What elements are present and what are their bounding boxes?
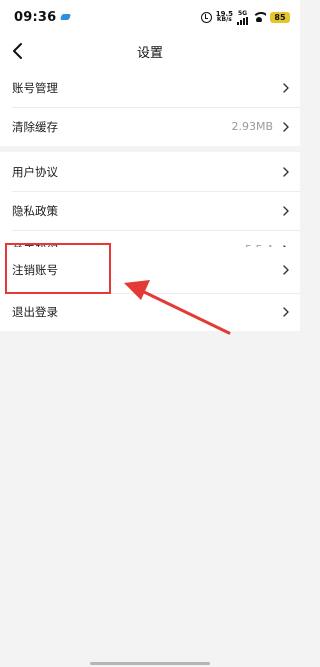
chevron-right-icon xyxy=(283,265,289,275)
chevron-right-icon xyxy=(283,121,289,132)
signal-generation: 5G xyxy=(237,9,248,17)
cache-size-value: 2.93MB xyxy=(231,120,273,133)
settings-item-user-agreement[interactable]: 用户协议 xyxy=(0,152,300,191)
cellular-signal-icon: 5G xyxy=(237,10,248,25)
chevron-right-icon xyxy=(283,307,289,317)
settings-item-account-management[interactable]: 账号管理 xyxy=(0,68,300,107)
battery-icon: 85 xyxy=(270,11,290,23)
settings-item-label: 退出登录 xyxy=(12,305,58,319)
settings-item-label: 注销账号 xyxy=(12,263,58,277)
settings-item-label: 清除缓存 xyxy=(12,119,58,134)
page-title: 设置 xyxy=(136,46,163,61)
network-speed-unit: KB/s xyxy=(216,16,232,23)
chevron-right-icon xyxy=(283,166,289,177)
nav-bar: 设置 xyxy=(0,34,300,68)
settings-group-session: 注销账号 退出登录 xyxy=(0,247,300,331)
settings-item-label: 隐私政策 xyxy=(12,203,58,218)
chevron-right-icon xyxy=(283,82,289,93)
settings-item-label: 用户协议 xyxy=(12,164,58,179)
home-indicator xyxy=(90,662,210,665)
alarm-icon xyxy=(200,11,212,23)
status-time: 09:36 xyxy=(14,9,57,25)
settings-item-logout[interactable]: 退出登录 xyxy=(0,293,300,331)
status-indicators: 19.5 KB/s 5G 85 xyxy=(200,10,290,25)
notification-app-icon xyxy=(60,14,72,20)
settings-group-account: 账号管理 清除缓存 2.93MB xyxy=(0,68,300,146)
wifi-icon xyxy=(252,12,266,22)
settings-item-delete-account[interactable]: 注销账号 xyxy=(0,247,300,293)
network-speed: 19.5 KB/s xyxy=(216,11,233,23)
settings-item-clear-cache[interactable]: 清除缓存 2.93MB xyxy=(0,107,300,146)
status-bar: 09:36 19.5 KB/s 5G 85 xyxy=(0,0,300,34)
settings-item-label: 账号管理 xyxy=(12,80,58,95)
chevron-right-icon xyxy=(283,205,289,216)
settings-item-privacy-policy[interactable]: 隐私政策 xyxy=(0,191,300,230)
